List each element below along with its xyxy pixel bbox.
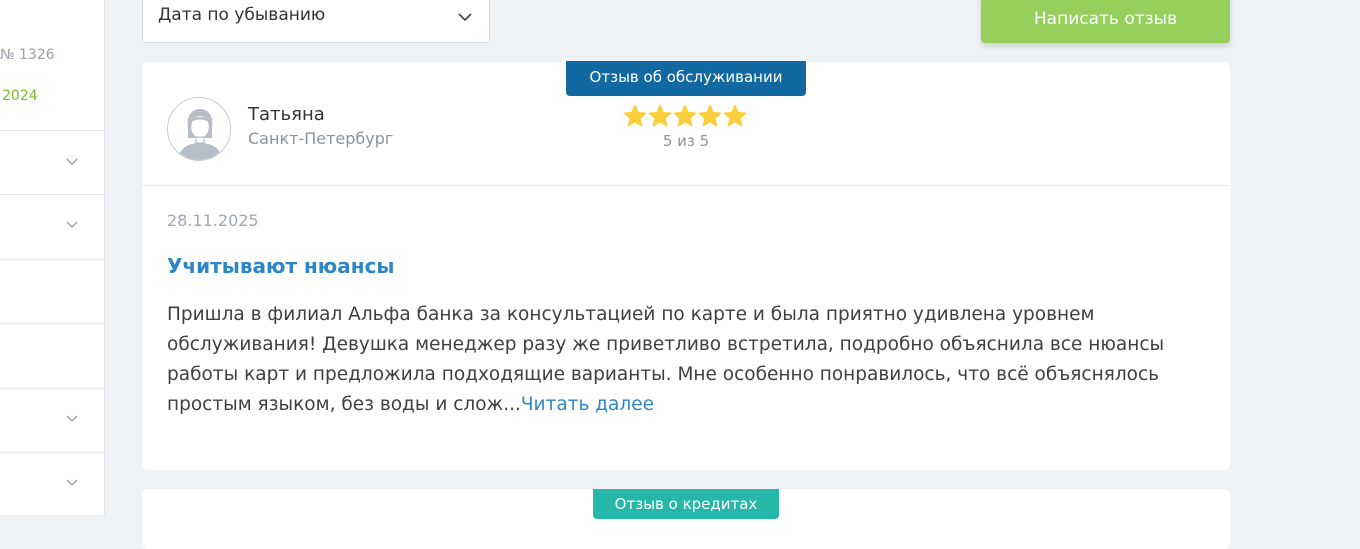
review-title[interactable]: Учитывают нюансы (167, 254, 395, 278)
sidebar-divider (0, 130, 104, 131)
chevron-down-icon[interactable] (66, 218, 78, 230)
sidebar-divider (0, 259, 104, 260)
chevron-down-icon[interactable] (66, 155, 78, 167)
author-name: Татьяна (248, 104, 325, 125)
chevron-down-icon[interactable] (66, 412, 78, 424)
sidebar-divider (0, 452, 104, 453)
card-divider (142, 185, 1230, 186)
review-text: Пришла в филиал Альфа банка за консульта… (167, 304, 1165, 415)
sidebar-divider (0, 323, 104, 324)
review-card: Отзыв о кредитах (142, 489, 1230, 549)
author-city: Санкт-Петербург (248, 129, 394, 148)
sort-select[interactable]: Дата по убыванию (142, 0, 490, 43)
avatar (167, 97, 231, 161)
review-card: Отзыв об обслуживании Татьяна Санкт-Пете… (142, 61, 1230, 470)
read-more-link[interactable]: Читать далее (521, 394, 654, 415)
sort-selected-value: Дата по убыванию (158, 5, 326, 25)
rating-stars (623, 104, 749, 128)
chevron-down-icon (457, 9, 473, 29)
user-avatar-icon (178, 109, 222, 160)
sidebar-divider (0, 194, 104, 195)
star-icon (698, 104, 722, 127)
star-icon (648, 104, 672, 127)
review-body: Пришла в филиал Альфа банка за консульта… (167, 300, 1207, 420)
write-review-button[interactable]: Написать отзыв (981, 0, 1230, 43)
rating-text: 5 из 5 (662, 132, 710, 150)
sidebar-divider (0, 388, 104, 389)
star-icon (623, 104, 647, 127)
sidebar-partial-year: 2024 (2, 88, 38, 104)
sidebar: № 1326 2024 (0, 0, 105, 515)
star-icon (673, 104, 697, 127)
star-icon (723, 104, 747, 127)
review-date: 28.11.2025 (167, 211, 259, 230)
chevron-down-icon[interactable] (66, 476, 78, 488)
review-type-badge: Отзыв об обслуживании (566, 61, 806, 96)
sidebar-partial-number: № 1326 (0, 47, 55, 63)
